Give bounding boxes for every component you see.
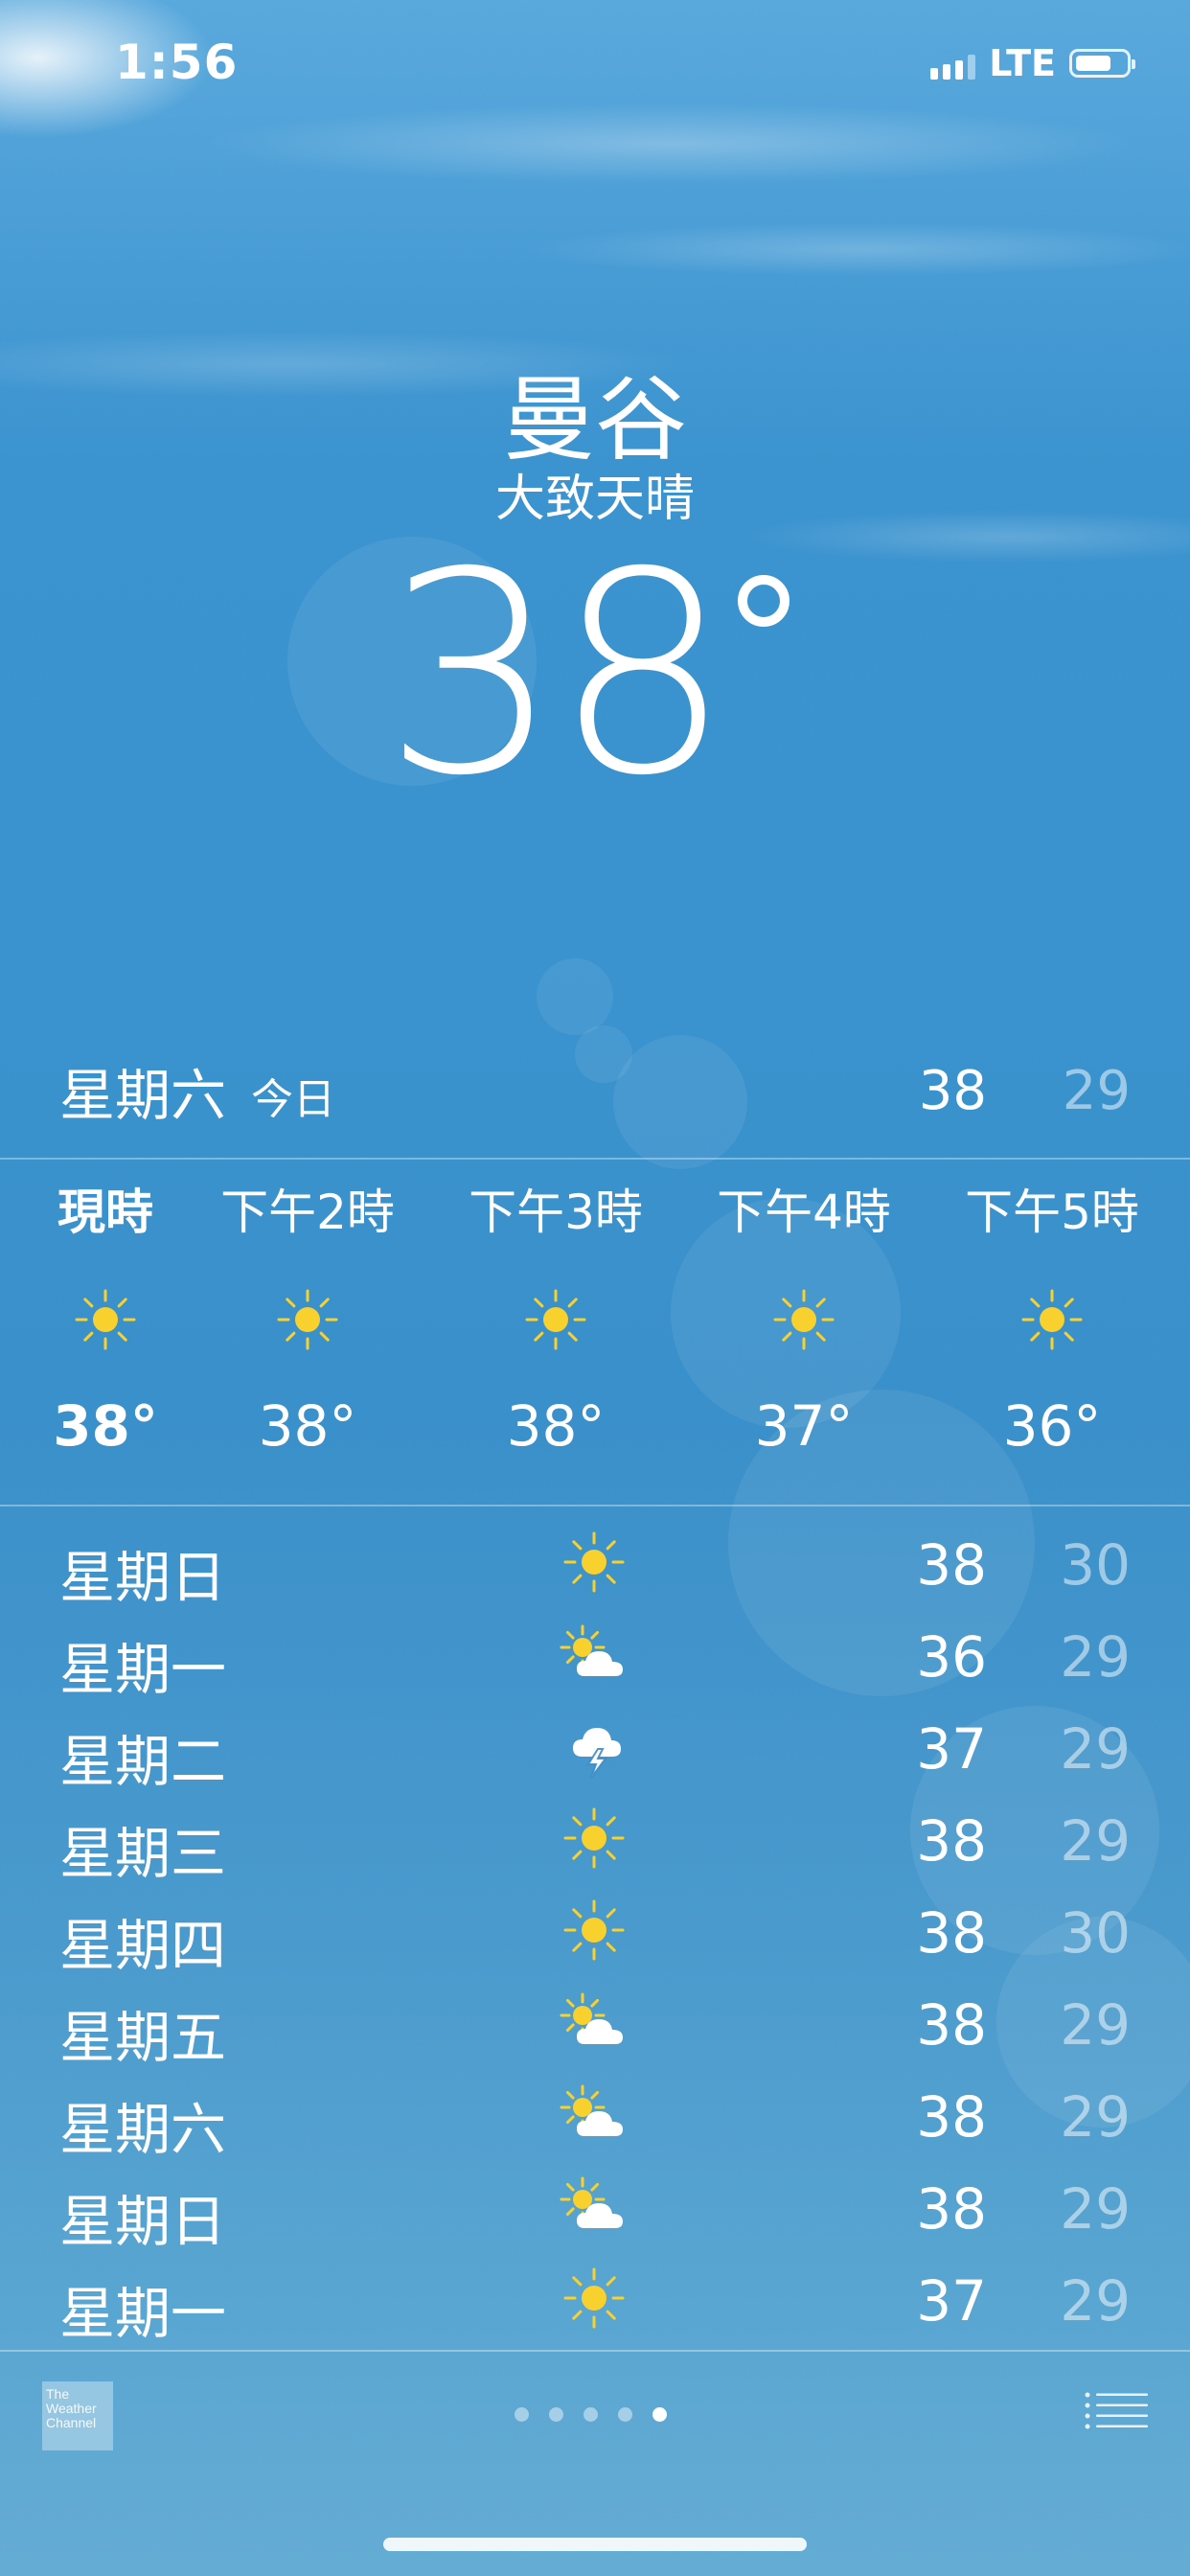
hour-temp: 36°: [1002, 1393, 1102, 1459]
hour-label: 下午3時: [469, 1184, 643, 1240]
thunderstorm-icon: [556, 1713, 632, 1780]
hour-label: 下午2時: [220, 1184, 395, 1240]
battery-icon: [1069, 49, 1135, 78]
day-name: 星期日: [59, 2189, 227, 2254]
day-low: 30: [1060, 1900, 1131, 1966]
today-day: 星期六: [59, 1063, 227, 1128]
hour-temp: 38°: [258, 1393, 357, 1459]
divider: [0, 1505, 1190, 1506]
day-low: 29: [1060, 2176, 1131, 2242]
hour-label: 下午4時: [717, 1184, 891, 1240]
day-high: 37: [916, 2268, 987, 2334]
daily-row: 星期一 37 29: [0, 2255, 1190, 2347]
day-high: 38: [916, 2084, 987, 2150]
day-low: 29: [1060, 1992, 1131, 2058]
day-name: 星期六: [59, 2097, 227, 2162]
day-high: 38: [916, 2176, 987, 2242]
signal-icon: [930, 47, 976, 80]
today-low: 29: [1062, 1059, 1131, 1122]
day-name: 星期一: [59, 1637, 227, 1702]
day-low: 29: [1060, 2268, 1131, 2334]
partly-cloudy-icon: [556, 1989, 632, 2056]
day-high: 38: [916, 1532, 987, 1598]
degree-symbol: [738, 575, 790, 627]
daily-row: 星期五 38 29: [0, 1979, 1190, 2071]
day-high: 37: [916, 1716, 987, 1782]
daily-row: 星期六 38 29: [0, 2071, 1190, 2163]
daily-row: 星期日 38 30: [0, 1519, 1190, 1611]
city-list-button[interactable]: [1085, 2391, 1148, 2433]
day-high: 36: [916, 1624, 987, 1690]
hour-temp: 38°: [53, 1393, 158, 1459]
daily-row: 星期日 38 29: [0, 2163, 1190, 2255]
partly-cloudy-icon: [556, 2173, 632, 2240]
daily-forecast[interactable]: 星期日 38 30 星期一 36 29 星期二 37 29 星期三 38 29 …: [0, 1519, 1190, 2347]
daily-row: 星期三 38 29: [0, 1795, 1190, 1887]
day-name: 星期四: [59, 1913, 227, 1978]
day-low: 29: [1060, 1716, 1131, 1782]
hour-item: 下午5時 36°: [947, 1179, 1157, 1459]
hourly-forecast[interactable]: 現時 38° 下午2時 38° 下午3時 38° 下午4時 37° 下午5時 3…: [0, 1179, 1190, 1495]
divider: [0, 2350, 1190, 2352]
partly-cloudy-icon: [556, 1621, 632, 1688]
hour-temp: 37°: [754, 1393, 854, 1459]
list-icon: [1085, 2392, 1148, 2429]
sun-icon: [556, 1897, 632, 1964]
sun-icon: [770, 1286, 837, 1353]
page-dot[interactable]: [618, 2407, 632, 2422]
day-name: 星期一: [59, 2281, 227, 2346]
day-low: 30: [1060, 1532, 1131, 1598]
hour-label: 現時: [57, 1184, 153, 1240]
sun-icon: [1018, 1286, 1086, 1353]
sun-icon: [556, 1805, 632, 1872]
page-indicator[interactable]: [515, 2407, 667, 2422]
day-name: 星期五: [59, 2005, 227, 2070]
partly-cloudy-icon: [556, 2081, 632, 2148]
hour-item: 現時 38°: [0, 1179, 211, 1459]
network-type: LTE: [989, 42, 1056, 84]
day-high: 38: [916, 1808, 987, 1874]
day-name: 星期日: [59, 1545, 227, 1610]
today-summary: 星期六 今日 38 29: [59, 1052, 1131, 1129]
hour-item: 下午3時 38°: [450, 1179, 661, 1459]
page-dot-active[interactable]: [652, 2407, 667, 2422]
daily-row: 星期二 37 29: [0, 1703, 1190, 1795]
sun-icon: [556, 1529, 632, 1596]
hour-item: 下午4時 37°: [698, 1179, 909, 1459]
bokeh-light: [537, 958, 613, 1035]
day-name: 星期二: [59, 1729, 227, 1794]
day-low: 29: [1060, 2084, 1131, 2150]
daily-row: 星期四 38 30: [0, 1887, 1190, 1979]
home-indicator[interactable]: [383, 2538, 807, 2551]
day-high: 38: [916, 1992, 987, 2058]
day-low: 29: [1060, 1808, 1131, 1874]
day-low: 29: [1060, 1624, 1131, 1690]
sun-icon: [522, 1286, 589, 1353]
today-label: 今日: [251, 1075, 336, 1124]
divider: [0, 1158, 1190, 1160]
day-name: 星期三: [59, 1821, 227, 1886]
hour-label: 下午5時: [965, 1184, 1139, 1240]
hour-temp: 38°: [506, 1393, 606, 1459]
page-dot[interactable]: [549, 2407, 563, 2422]
day-high: 38: [916, 1900, 987, 1966]
hour-item: 下午2時 38°: [202, 1179, 413, 1459]
sun-icon: [556, 2265, 632, 2332]
page-dot[interactable]: [584, 2407, 598, 2422]
weather-channel-logo[interactable]: The Weather Channel: [42, 2381, 113, 2450]
daily-row: 星期一 36 29: [0, 1611, 1190, 1703]
status-time: 1:56: [115, 34, 239, 90]
current-temperature: 38: [383, 514, 731, 837]
today-high: 38: [918, 1059, 987, 1122]
sun-icon: [274, 1286, 341, 1353]
sun-icon: [72, 1286, 139, 1353]
status-indicators: LTE: [930, 42, 1135, 84]
page-dot[interactable]: [515, 2407, 529, 2422]
bottom-toolbar: The Weather Channel: [0, 2353, 1190, 2487]
